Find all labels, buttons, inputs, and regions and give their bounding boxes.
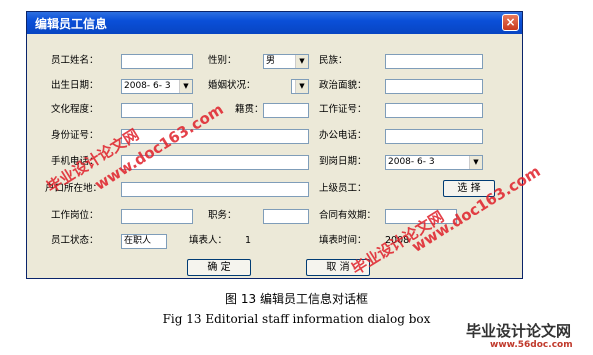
site-logo-url: www.56doc.com <box>490 340 573 350</box>
title-bar[interactable]: 编辑员工信息 × <box>27 12 522 34</box>
position-input[interactable] <box>121 209 193 224</box>
gender-value: 男 <box>266 56 276 66</box>
close-icon[interactable]: × <box>502 14 519 31</box>
marital-label: 婚姻状况： <box>208 80 256 91</box>
id-card-label: 身份证号： <box>51 130 99 141</box>
gender-label: 性别： <box>208 55 237 66</box>
chevron-down-icon[interactable]: ▼ <box>469 156 482 169</box>
work-id-input[interactable] <box>385 103 483 118</box>
address-input[interactable] <box>121 182 309 197</box>
marital-select[interactable]: ▼ <box>291 79 309 94</box>
education-input[interactable] <box>121 103 193 118</box>
birthdate-value: 2008- 6- 3 <box>124 81 171 91</box>
education-label: 文化程度： <box>51 104 99 115</box>
nation-input[interactable] <box>385 54 483 69</box>
status-select[interactable]: 在职人 <box>121 234 167 249</box>
native-label: 籍贯： <box>235 104 264 115</box>
native-input[interactable] <box>263 103 309 118</box>
gender-select[interactable]: 男 ▼ <box>263 54 309 69</box>
nation-label: 民族： <box>319 55 348 66</box>
join-date-picker[interactable]: 2008- 6- 3 ▼ <box>385 155 483 170</box>
filler-value: 1 <box>245 235 252 246</box>
work-id-label: 工作证号： <box>319 104 367 115</box>
figure-caption-zh: 图 13 编辑员工信息对话框 <box>225 292 368 306</box>
join-date-value: 2008- 6- 3 <box>388 157 435 167</box>
contract-label: 合同有效期： <box>319 210 377 221</box>
chevron-down-icon[interactable]: ▼ <box>295 55 308 68</box>
chevron-down-icon[interactable]: ▼ <box>179 80 192 93</box>
fill-time-label: 填表时间： <box>319 235 367 246</box>
name-input[interactable] <box>121 54 193 69</box>
political-label: 政治面貌： <box>319 80 367 91</box>
dialog-title: 编辑员工信息 <box>35 17 108 31</box>
birthdate-label: 出生日期： <box>51 80 99 91</box>
ok-button[interactable]: 确 定 <box>187 259 251 276</box>
duty-label: 职务： <box>208 210 237 221</box>
status-value: 在职人 <box>124 236 152 246</box>
office-phone-label: 办公电话： <box>319 130 367 141</box>
name-label: 员工姓名： <box>51 55 99 66</box>
site-logo: 毕业设计论文网 <box>466 322 572 340</box>
join-date-label: 到岗日期： <box>319 156 367 167</box>
birthdate-picker[interactable]: 2008- 6- 3 ▼ <box>121 79 193 94</box>
political-input[interactable] <box>385 79 483 94</box>
status-label: 员工状态： <box>51 235 99 246</box>
superior-label: 上级员工： <box>319 183 367 194</box>
filler-label: 填表人： <box>189 235 228 246</box>
chevron-down-icon[interactable]: ▼ <box>295 80 308 93</box>
duty-input[interactable] <box>263 209 309 224</box>
position-label: 工作岗位： <box>51 210 99 221</box>
office-phone-input[interactable] <box>385 129 483 144</box>
